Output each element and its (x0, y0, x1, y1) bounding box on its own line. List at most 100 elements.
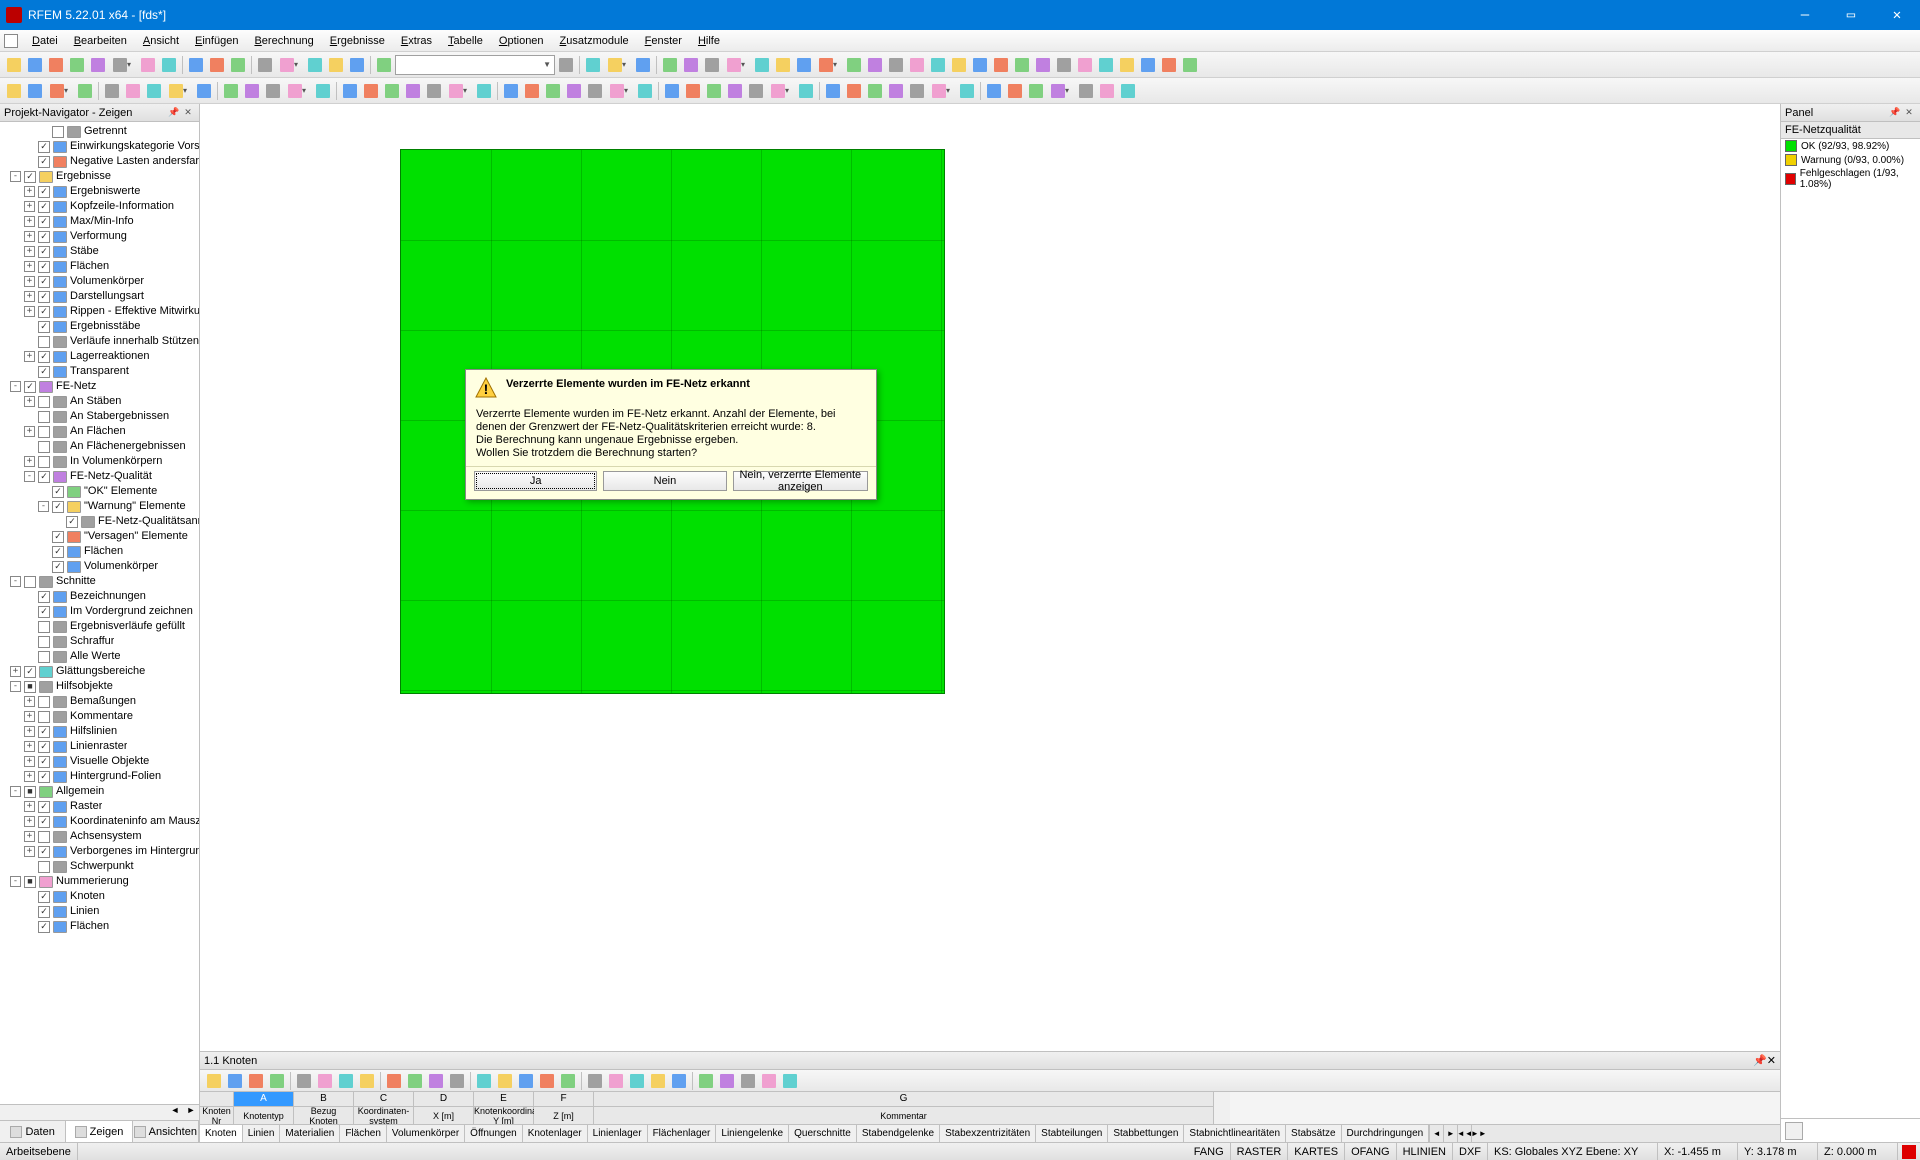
expand-icon[interactable]: + (24, 711, 35, 722)
tree-checkbox[interactable]: ✓ (38, 921, 50, 933)
expand-icon[interactable]: + (24, 771, 35, 782)
toolbar-button[interactable] (844, 55, 864, 75)
tree-checkbox[interactable]: ✓ (38, 186, 50, 198)
dialog-yes-button[interactable]: Ja (474, 471, 597, 491)
toolbar-button[interactable] (746, 81, 766, 101)
table-tab[interactable]: Linien (243, 1125, 281, 1142)
toolbar-button[interactable] (1076, 81, 1096, 101)
table-toolbar-button[interactable] (225, 1071, 245, 1091)
collapse-icon[interactable]: - (38, 501, 49, 512)
tree-checkbox[interactable] (24, 576, 36, 588)
tree-item[interactable]: ✓Knoten (0, 889, 199, 904)
tree-item[interactable]: +✓Hilfslinien (0, 724, 199, 739)
toolbar-button[interactable] (633, 55, 653, 75)
close-button[interactable]: ✕ (1874, 0, 1920, 30)
table-toolbar-button[interactable] (627, 1071, 647, 1091)
tree-checkbox[interactable]: ✓ (38, 231, 50, 243)
toolbar-button[interactable] (194, 81, 214, 101)
tree-item[interactable]: ✓"Versagen" Elemente (0, 529, 199, 544)
toolbar-button[interactable] (991, 55, 1011, 75)
tree-checkbox[interactable]: ✓ (38, 216, 50, 228)
toolbar-button[interactable] (25, 81, 45, 101)
toolbar-button[interactable]: ▾ (1047, 81, 1075, 101)
toolbar-button[interactable] (4, 55, 24, 75)
tree-checkbox[interactable]: ✓ (38, 891, 50, 903)
expand-icon[interactable]: + (10, 666, 21, 677)
toolbar-button[interactable] (886, 55, 906, 75)
table-toolbar-button[interactable] (738, 1071, 758, 1091)
toolbar-button[interactable] (583, 55, 603, 75)
menu-zusatzmodule[interactable]: Zusatzmodule (552, 33, 637, 49)
toolbar-button[interactable] (102, 81, 122, 101)
table-toolbar-button[interactable] (717, 1071, 737, 1091)
tree-item[interactable]: Ergebnisverläufe gefüllt (0, 619, 199, 634)
tree-checkbox[interactable]: ✓ (38, 591, 50, 603)
toolbar-button[interactable] (907, 55, 927, 75)
nav-tab-ansichten[interactable]: Ansichten (133, 1121, 199, 1142)
model-viewport[interactable]: ! Verzerrte Elemente wurden im FE-Netz e… (200, 104, 1780, 1051)
toolbar-button[interactable] (347, 55, 367, 75)
tree-checkbox[interactable]: ✓ (38, 246, 50, 258)
toolbar-button[interactable] (970, 55, 990, 75)
toolbar-button[interactable] (1012, 55, 1032, 75)
toolbar-button[interactable] (67, 55, 87, 75)
expand-icon[interactable]: + (24, 456, 35, 467)
toolbar-button[interactable] (662, 81, 682, 101)
toolbar-button[interactable] (501, 81, 521, 101)
table-tab[interactable]: Knotenlager (523, 1125, 588, 1142)
tree-item[interactable]: Schwerpunkt (0, 859, 199, 874)
toolbar-button[interactable] (564, 81, 584, 101)
tree-item[interactable]: ✓Negative Lasten andersfarbig (0, 154, 199, 169)
expand-icon[interactable]: + (24, 396, 35, 407)
tree-checkbox[interactable] (38, 831, 50, 843)
table-toolbar-button[interactable] (315, 1071, 335, 1091)
tree-checkbox[interactable] (38, 621, 50, 633)
tree-checkbox[interactable]: ✓ (38, 156, 50, 168)
tree-item[interactable]: +✓Hintergrund-Folien (0, 769, 199, 784)
toolbar-button[interactable] (242, 81, 262, 101)
right-pin-icon[interactable]: 📌 (1888, 106, 1902, 120)
tree-checkbox[interactable] (38, 411, 50, 423)
right-close-icon[interactable]: ✕ (1902, 106, 1916, 120)
table-toolbar-button[interactable] (447, 1071, 467, 1091)
tree-checkbox[interactable]: ■ (24, 786, 36, 798)
expand-icon[interactable]: + (24, 726, 35, 737)
menu-optionen[interactable]: Optionen (491, 33, 552, 49)
expand-icon[interactable]: + (24, 201, 35, 212)
status-toggle-dxf[interactable]: DXF (1453, 1143, 1488, 1160)
tree-item[interactable]: -✓"Warnung" Elemente (0, 499, 199, 514)
toolbar-button[interactable] (681, 55, 701, 75)
tree-item[interactable]: +✓Darstellungsart (0, 289, 199, 304)
tree-item[interactable]: +✓Volumenkörper (0, 274, 199, 289)
tree-checkbox[interactable]: ✓ (52, 501, 64, 513)
table-tab[interactable]: Durchdringungen (1342, 1125, 1430, 1142)
tree-item[interactable]: +In Volumenkörpern (0, 454, 199, 469)
tree-item[interactable]: +✓Verborgenes im Hintergrund darstellen (0, 844, 199, 859)
menu-ansicht[interactable]: Ansicht (135, 33, 187, 49)
expand-icon[interactable]: + (24, 831, 35, 842)
toolbar-button[interactable] (1033, 55, 1053, 75)
tree-item[interactable]: ✓Einwirkungskategorie Vorspannung (0, 139, 199, 154)
expand-icon[interactable]: + (24, 246, 35, 257)
table-toolbar-button[interactable] (648, 1071, 668, 1091)
toolbar-button[interactable] (46, 55, 66, 75)
status-toggle-fang[interactable]: FANG (1188, 1143, 1231, 1160)
collapse-icon[interactable]: - (10, 381, 21, 392)
menu-extras[interactable]: Extras (393, 33, 440, 49)
menu-fenster[interactable]: Fenster (637, 33, 690, 49)
table-toolbar-button[interactable] (669, 1071, 689, 1091)
menu-berechnung[interactable]: Berechnung (246, 33, 321, 49)
toolbar-button[interactable] (263, 81, 283, 101)
tree-item[interactable]: +✓Kopfzeile-Information (0, 199, 199, 214)
toolbar-button[interactable] (374, 55, 394, 75)
tree-checkbox[interactable] (38, 861, 50, 873)
toolbar-button[interactable] (313, 81, 333, 101)
collapse-icon[interactable]: - (10, 171, 21, 182)
table-tab[interactable]: Stabexzentrizitäten (940, 1125, 1036, 1142)
table-tab[interactable]: Stabteilungen (1036, 1125, 1108, 1142)
tree-item[interactable]: +An Stäben (0, 394, 199, 409)
table-tab[interactable]: Volumenkörper (387, 1125, 465, 1142)
expand-icon[interactable]: + (24, 846, 35, 857)
tree-checkbox[interactable] (38, 396, 50, 408)
toolbar-button[interactable]: ▾ (109, 55, 137, 75)
